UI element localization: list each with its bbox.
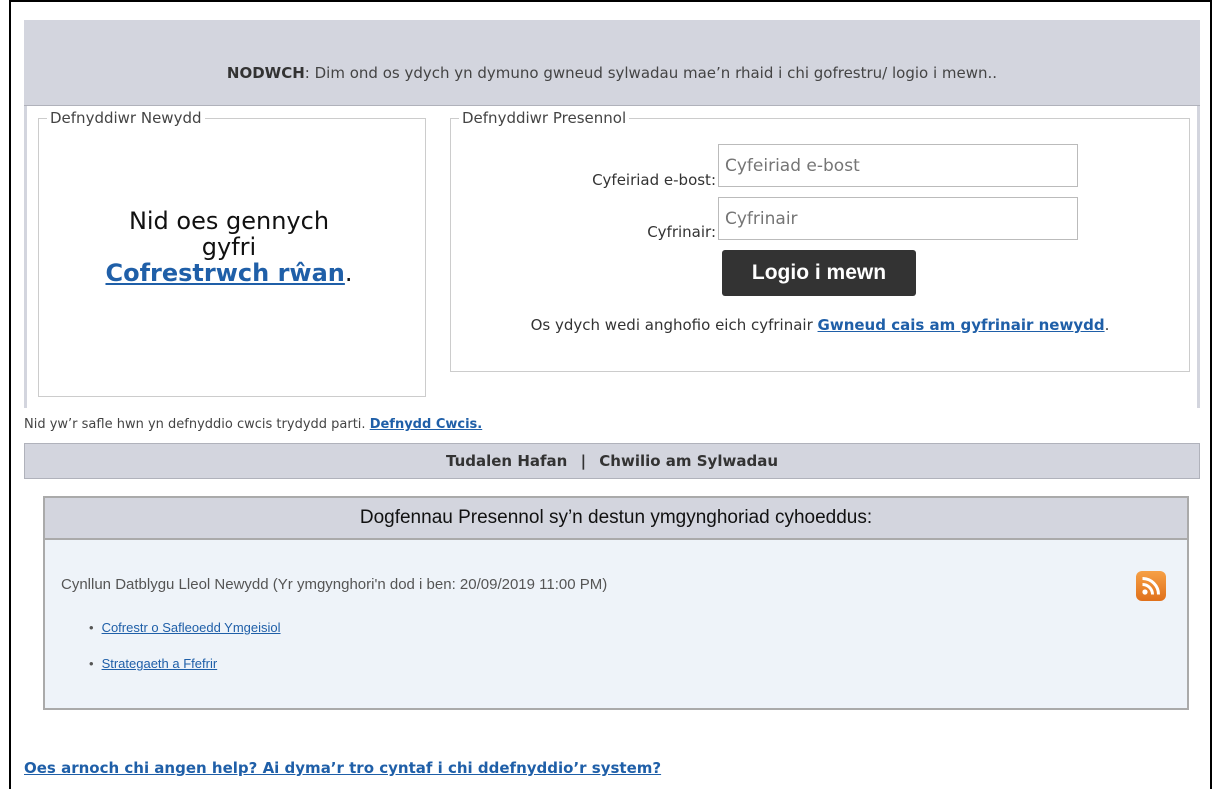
register-suffix: . — [344, 259, 353, 287]
cookie-notice: Nid yw’r safle hwn yn defnyddio cwcis tr… — [24, 417, 482, 432]
notice-text: NODWCH: Dim ond os ydych yn dymuno gwneu… — [24, 64, 1200, 82]
register-link[interactable]: Cofrestrwch rŵan — [105, 259, 344, 287]
login-area-right-edge — [1197, 106, 1200, 408]
current-documents-panel: Dogfennau Presennol sy’n destun ymgyngho… — [43, 496, 1189, 710]
register-line: Cofrestrwch rŵan. — [62, 260, 396, 286]
forgot-password-line: Os ydych wedi anghofio eich cyfrinair Gw… — [460, 316, 1180, 334]
forgot-text: Os ydych wedi anghofio eich cyfrinair — [530, 316, 818, 334]
consultation-title: Cynllun Datblygu Lleol Newydd (Yr ymgyng… — [61, 576, 608, 593]
new-user-message: Nid oes gennych gyfri Cofrestrwch rŵan. — [62, 208, 396, 286]
cookie-policy-link[interactable]: Defnydd Cwcis. — [370, 417, 483, 432]
new-user-legend: Defnyddiwr Newydd — [50, 109, 202, 127]
rss-feed-icon[interactable] — [1136, 571, 1166, 601]
document-list: Cofrestr o Safleoedd Ymgeisiol Strategae… — [89, 620, 281, 692]
document-link-preferred-strategy[interactable]: Strategaeth a Ffefrir — [102, 656, 218, 671]
navigation-bar: Tudalen Hafan | Chwilio am Sylwadau — [24, 443, 1200, 479]
email-field[interactable] — [718, 144, 1078, 187]
password-label: Cyfrinair: — [647, 223, 716, 241]
request-new-password-link[interactable]: Gwneud cais am gyfrinair newydd — [818, 316, 1105, 334]
existing-user-legend: Defnyddiwr Presennol — [462, 109, 627, 127]
nav-separator: | — [580, 452, 587, 470]
forgot-suffix: . — [1104, 316, 1110, 334]
new-user-line2: gyfri — [201, 233, 257, 261]
document-link-candidate-sites[interactable]: Cofrestr o Safleoedd Ymgeisiol — [102, 620, 281, 635]
nav-search-comments-link[interactable]: Chwilio am Sylwadau — [599, 452, 778, 470]
new-user-line1: Nid oes gennych — [128, 207, 330, 235]
nav-home-link[interactable]: Tudalen Hafan — [446, 452, 567, 470]
login-area-left-edge — [24, 106, 27, 408]
list-item: Cofrestr o Safleoedd Ymgeisiol — [89, 620, 281, 635]
login-button[interactable]: Logio i mewn — [722, 250, 916, 296]
password-field[interactable] — [718, 197, 1078, 240]
notice-body: : Dim ond os ydych yn dymuno gwneud sylw… — [304, 64, 998, 82]
registration-notice: NODWCH: Dim ond os ydych yn dymuno gwneu… — [24, 20, 1200, 106]
help-link[interactable]: Oes arnoch chi angen help? Ai dyma’r tro… — [24, 759, 661, 777]
list-item: Strategaeth a Ffefrir — [89, 656, 281, 671]
documents-header: Dogfennau Presennol sy’n destun ymgyngho… — [45, 498, 1187, 540]
cookie-text: Nid yw’r safle hwn yn defnyddio cwcis tr… — [24, 417, 370, 432]
notice-prefix: NODWCH — [226, 64, 305, 82]
email-label: Cyfeiriad e-bost: — [592, 171, 716, 189]
